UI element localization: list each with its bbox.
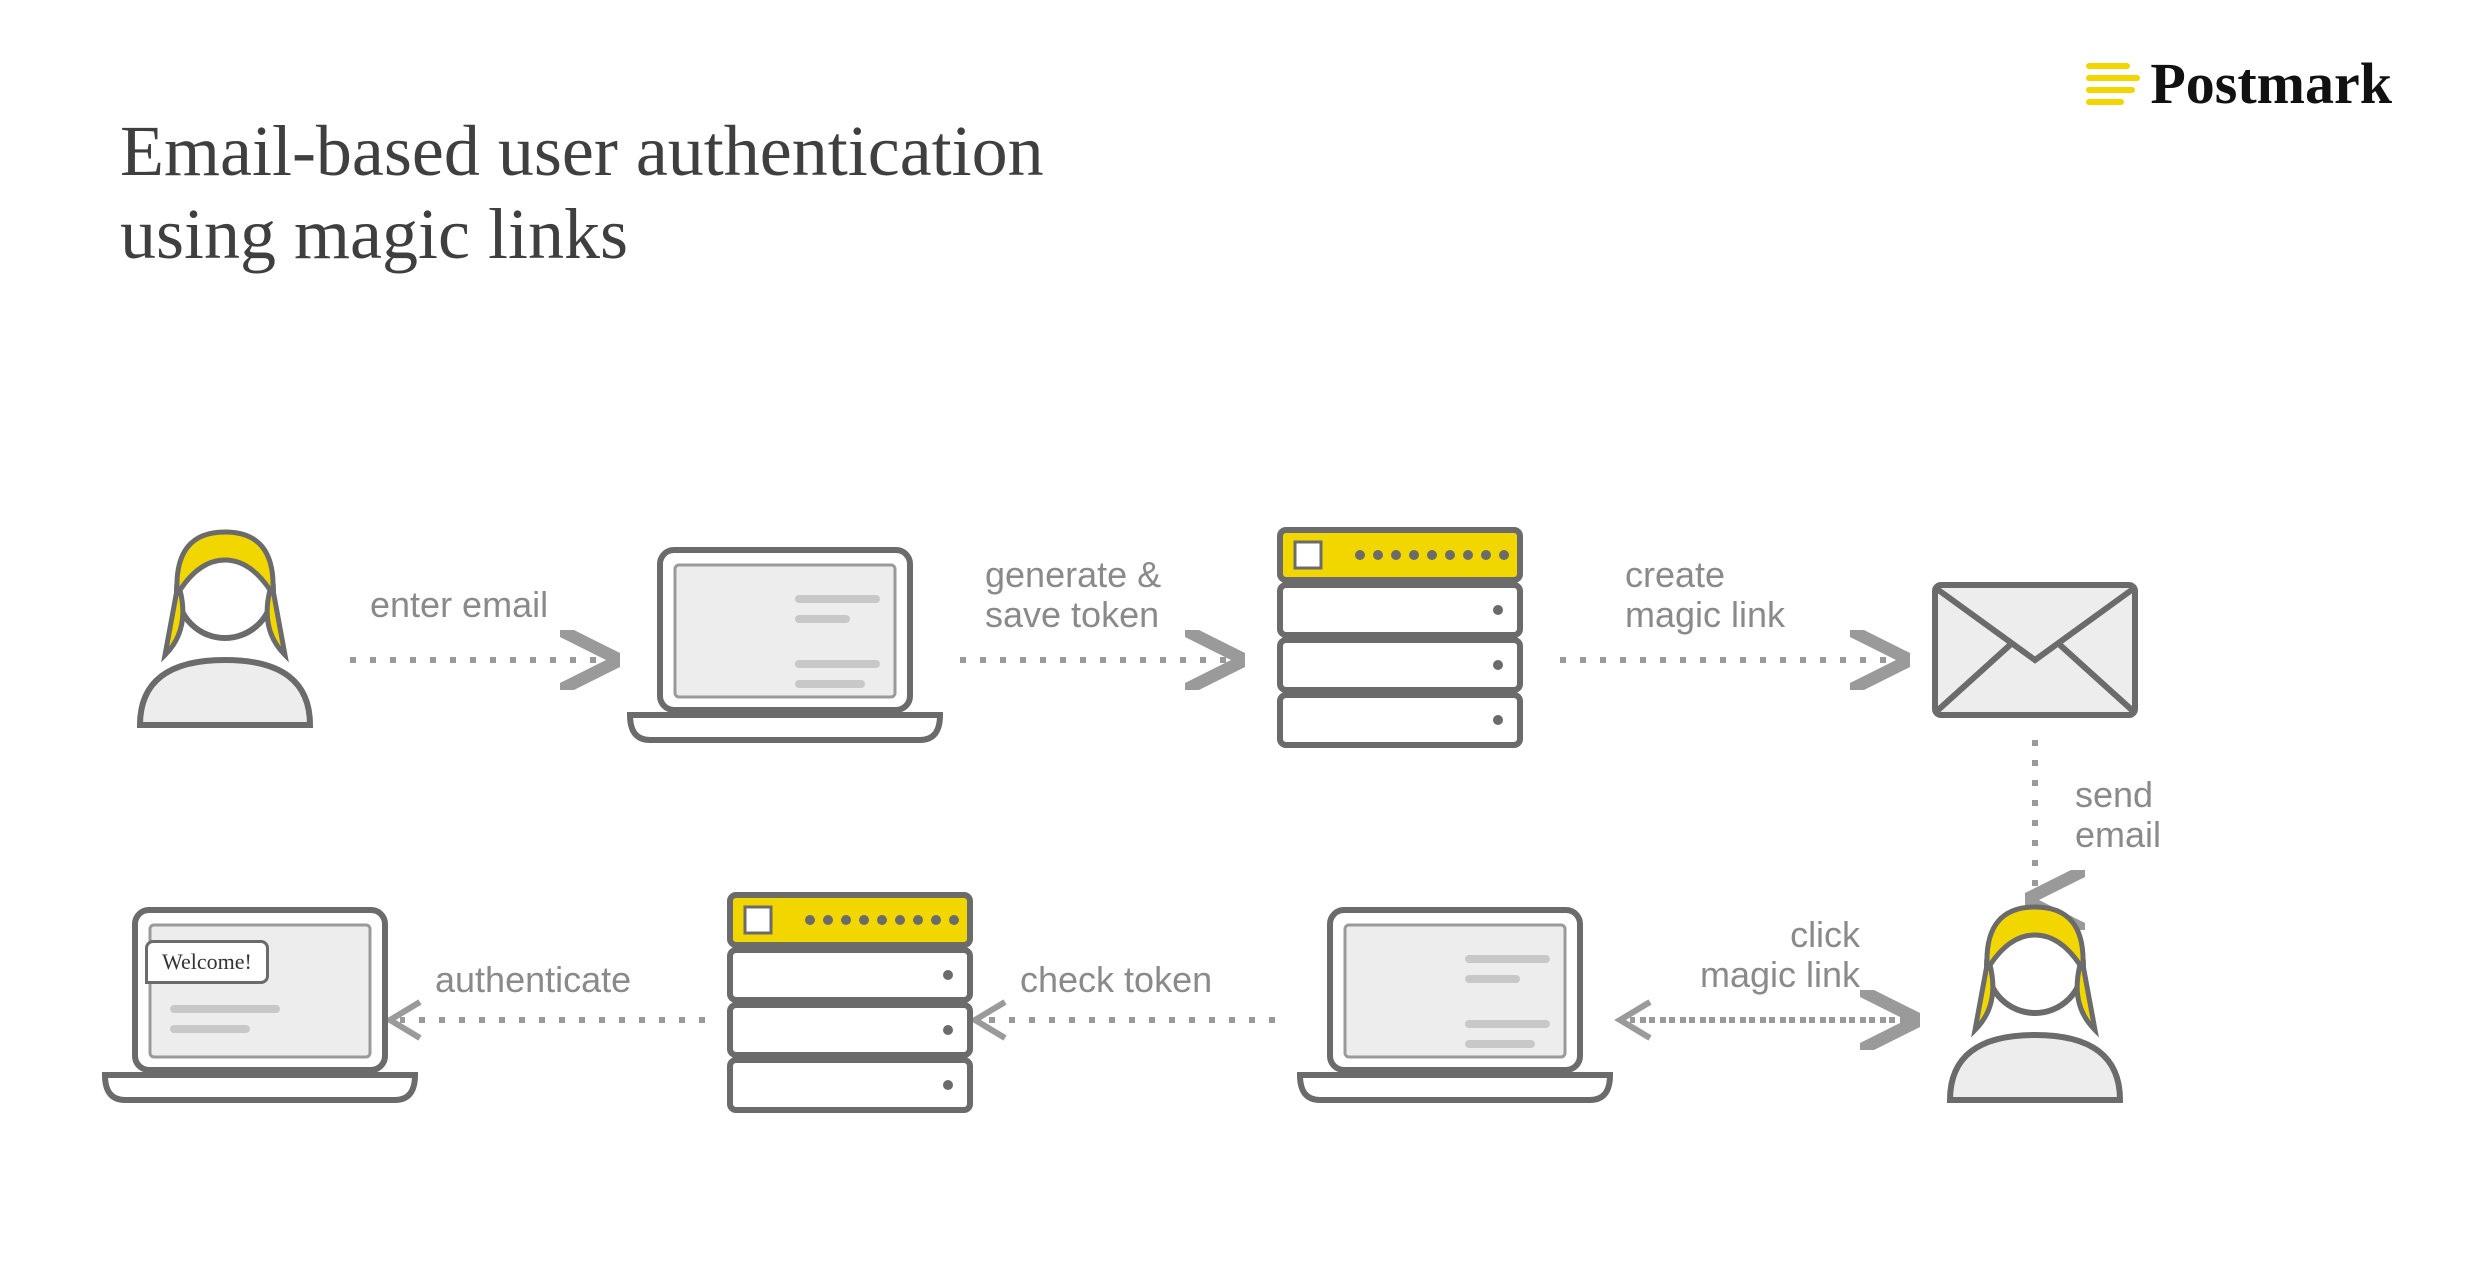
label-check-token: check token — [1020, 960, 1212, 1000]
node-laptop-welcome: Welcome! — [95, 900, 425, 1115]
server-icon — [710, 885, 990, 1115]
server-icon — [1260, 520, 1540, 750]
page-title: Email-based user authentication using ma… — [120, 110, 1044, 276]
node-server-bottom — [710, 885, 990, 1120]
person-icon — [1930, 895, 2140, 1105]
node-laptop-browser — [1290, 900, 1620, 1115]
label-send-email: send email — [2075, 775, 2161, 854]
node-user-top — [120, 520, 330, 735]
laptop-icon — [620, 540, 950, 750]
node-laptop-form — [620, 540, 950, 755]
brand-logo: Postmark — [2086, 50, 2392, 117]
node-server-top — [1260, 520, 1540, 755]
person-icon — [120, 520, 330, 730]
label-authenticate: authenticate — [435, 960, 631, 1000]
brand-name: Postmark — [2150, 50, 2392, 117]
label-create-link: create magic link — [1625, 555, 1785, 634]
diagram-canvas: Email-based user authentication using ma… — [0, 0, 2482, 1272]
arrowhead-click-magic-link — [1620, 1002, 1650, 1038]
node-user-bottom — [1930, 895, 2140, 1110]
label-enter-email: enter email — [370, 585, 548, 625]
laptop-icon — [95, 900, 425, 1110]
label-generate-token: generate & save token — [985, 555, 1161, 634]
envelope-icon — [1925, 575, 2145, 725]
node-envelope — [1925, 575, 2145, 730]
postmark-mark-icon — [2086, 57, 2140, 111]
welcome-bubble: Welcome! — [145, 940, 269, 984]
label-click-link: click magic link — [1700, 915, 1860, 994]
laptop-icon — [1290, 900, 1620, 1110]
